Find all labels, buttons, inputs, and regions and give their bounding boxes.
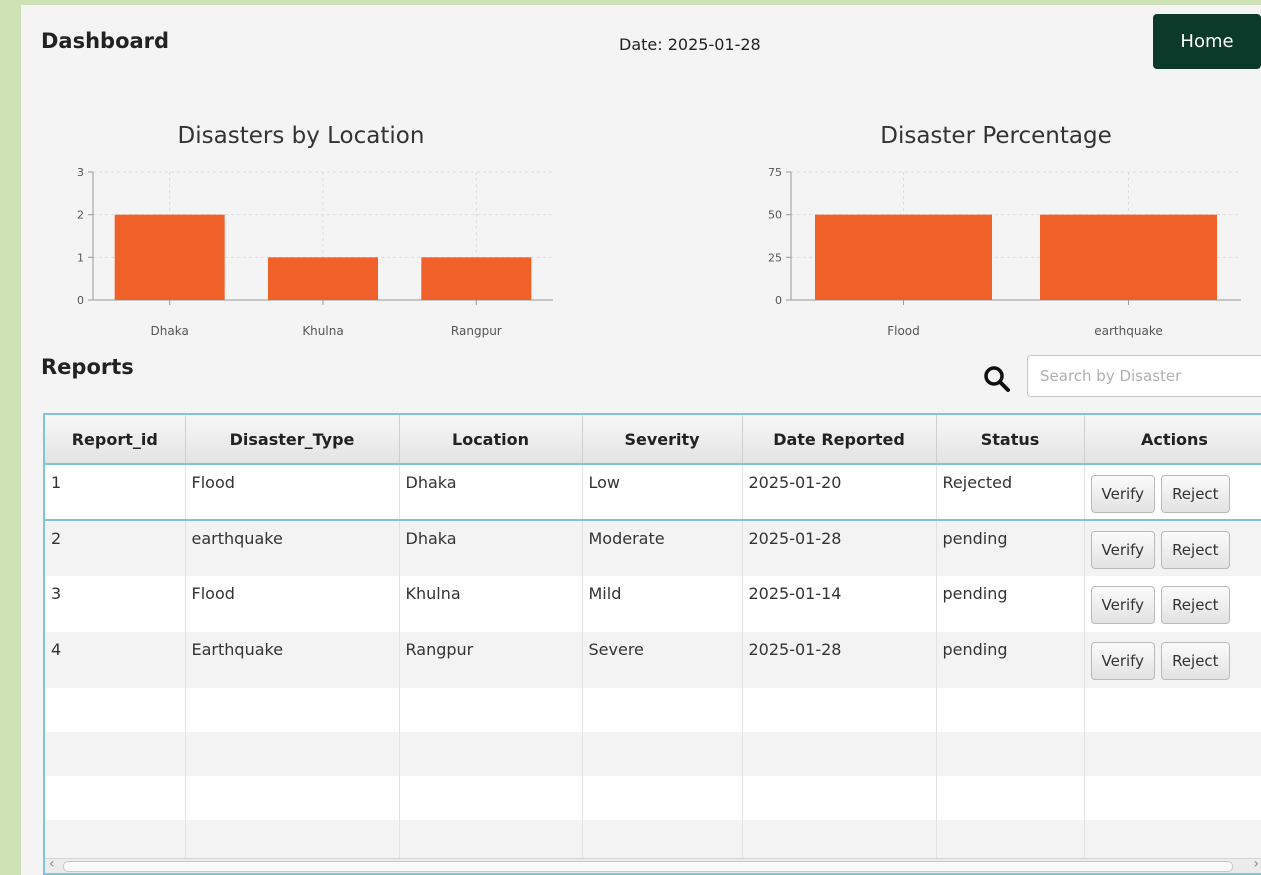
y-tick-label: 75 — [768, 166, 782, 179]
table-row[interactable]: 1 Flood Dhaka Low 2025-01-20 Rejected Ve… — [45, 463, 1261, 521]
chart-title: Disasters by Location — [178, 123, 425, 149]
cell-report-id: 4 — [45, 632, 186, 688]
table-row[interactable]: 4 Earthquake Rangpur Severe 2025-01-28 p… — [45, 632, 1261, 688]
reports-title: Reports — [41, 355, 134, 379]
reject-button[interactable]: Reject — [1161, 586, 1230, 624]
current-date: Date: 2025-01-28 — [619, 35, 761, 54]
chart-title: Disaster Percentage — [880, 123, 1111, 149]
dashboard-window: Dashboard Date: 2025-01-28 Home Disaster… — [21, 5, 1261, 875]
cell-date-reported: 2025-01-28 — [742, 632, 937, 688]
search-input[interactable] — [1027, 355, 1261, 397]
verify-button[interactable]: Verify — [1090, 475, 1156, 513]
horizontal-scrollbar[interactable]: ‹ › — [45, 856, 1261, 873]
y-tick-label: 25 — [768, 251, 782, 264]
disasters-by-location-chart: Disasters by Location 0 1 2 3 Dhaka Khulna Rang… — [41, 105, 561, 350]
scroll-left-arrow-icon[interactable]: ‹ — [49, 856, 55, 872]
cell-disaster-type: Flood — [185, 576, 400, 632]
reject-button[interactable]: Reject — [1161, 531, 1230, 569]
reports-table: Report_id Disaster_Type Location Severit… — [43, 413, 1261, 875]
cell-severity: Severe — [582, 632, 743, 688]
y-tick-label: 3 — [77, 166, 84, 179]
cell-report-id: 1 — [45, 463, 186, 521]
y-tick-label: 50 — [768, 209, 782, 222]
home-button[interactable]: Home — [1153, 14, 1261, 69]
cell-date-reported: 2025-01-14 — [742, 576, 937, 632]
cell-disaster-type: Earthquake — [185, 632, 400, 688]
scroll-right-arrow-icon[interactable]: › — [1253, 856, 1259, 872]
cell-date-reported: 2025-01-20 — [742, 463, 937, 521]
cell-location: Rangpur — [399, 632, 583, 688]
cell-actions: Verify Reject — [1084, 632, 1261, 688]
column-header-report-id[interactable]: Report_id — [45, 415, 186, 465]
scrollbar-thumb[interactable] — [63, 861, 1233, 872]
empty-row — [45, 732, 1261, 776]
y-tick-label: 0 — [775, 294, 782, 307]
bar — [114, 214, 225, 300]
x-tick-label: Flood — [887, 324, 920, 338]
cell-severity: Mild — [582, 576, 743, 632]
empty-row — [45, 776, 1261, 820]
cell-status: pending — [936, 632, 1085, 688]
bar — [1040, 214, 1217, 300]
cell-status: pending — [936, 576, 1085, 632]
table-header-row: Report_id Disaster_Type Location Severit… — [45, 415, 1261, 465]
column-header-actions[interactable]: Actions — [1084, 415, 1261, 465]
cell-location: Dhaka — [399, 520, 583, 576]
y-tick-label: 1 — [77, 251, 84, 264]
cell-actions: Verify Reject — [1084, 576, 1261, 632]
x-tick-label: Khulna — [302, 324, 343, 338]
cell-report-id: 2 — [45, 520, 186, 576]
x-tick-label: Dhaka — [151, 324, 189, 338]
reject-button[interactable]: Reject — [1161, 475, 1230, 513]
cell-status: pending — [936, 520, 1085, 576]
cell-actions: Verify Reject — [1084, 520, 1261, 576]
cell-severity: Moderate — [582, 520, 743, 576]
cell-severity: Low — [582, 463, 743, 521]
x-tick-label: earthquake — [1094, 324, 1162, 338]
column-header-date-reported[interactable]: Date Reported — [742, 415, 937, 465]
search-icon[interactable] — [983, 365, 1011, 393]
column-header-status[interactable]: Status — [936, 415, 1085, 465]
column-header-location[interactable]: Location — [399, 415, 583, 465]
column-header-severity[interactable]: Severity — [582, 415, 743, 465]
cell-disaster-type: Flood — [185, 463, 400, 521]
x-tick-label: Rangpur — [451, 324, 502, 338]
bar — [268, 257, 378, 300]
cell-status: Rejected — [936, 463, 1085, 521]
verify-button[interactable]: Verify — [1090, 586, 1156, 624]
cell-location: Khulna — [399, 576, 583, 632]
reject-button[interactable]: Reject — [1161, 642, 1230, 680]
bar — [421, 257, 532, 300]
bar — [815, 214, 992, 300]
page-title: Dashboard — [41, 29, 170, 53]
y-tick-label: 0 — [77, 294, 84, 307]
y-tick-label: 2 — [77, 209, 84, 222]
verify-button[interactable]: Verify — [1090, 531, 1156, 569]
table-row[interactable]: 3 Flood Khulna Mild 2025-01-14 pending V… — [45, 576, 1261, 632]
verify-button[interactable]: Verify — [1090, 642, 1156, 680]
cell-date-reported: 2025-01-28 — [742, 520, 937, 576]
cell-report-id: 3 — [45, 576, 186, 632]
disaster-percentage-chart: Disaster Percentage 0 25 50 75 Flood earthquak… — [741, 105, 1251, 350]
empty-row — [45, 688, 1261, 732]
column-header-disaster-type[interactable]: Disaster_Type — [185, 415, 400, 465]
cell-location: Dhaka — [399, 463, 583, 521]
table-row[interactable]: 2 earthquake Dhaka Moderate 2025-01-28 p… — [45, 520, 1261, 576]
cell-actions: Verify Reject — [1084, 463, 1261, 521]
cell-disaster-type: earthquake — [185, 520, 400, 576]
